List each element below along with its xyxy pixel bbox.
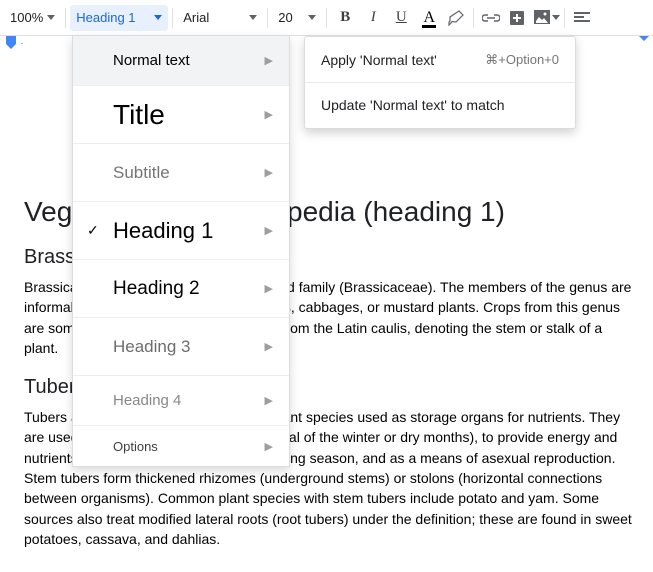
styles-menu-item-label: Normal text	[113, 52, 257, 69]
styles-menu-item-label: Heading 2	[113, 278, 257, 300]
styles-menu-item[interactable]: Title ▶	[73, 86, 289, 144]
highlight-color-button[interactable]	[443, 5, 469, 31]
styles-submenu: Apply 'Normal text' ⌘+Option+0 Update 'N…	[304, 36, 576, 129]
indent-marker-left[interactable]	[6, 36, 16, 49]
styles-menu-item[interactable]: Heading 2 ▶	[73, 260, 289, 318]
bold-button[interactable]: B	[331, 5, 359, 31]
link-icon	[482, 13, 500, 23]
styles-menu-item[interactable]: Normal text ▶	[73, 36, 289, 86]
check-icon: ✓	[87, 222, 99, 239]
styles-menu-item-label: Heading 3	[113, 337, 257, 357]
chevron-down-icon	[249, 15, 257, 20]
separator	[326, 8, 327, 28]
apply-style-item[interactable]: Apply 'Normal text' ⌘+Option+0	[305, 43, 575, 77]
chevron-down-icon	[154, 15, 162, 20]
add-comment-button[interactable]	[504, 5, 530, 31]
styles-menu-item[interactable]: Subtitle ▶	[73, 144, 289, 202]
styles-menu-options[interactable]: Options ▶	[73, 426, 289, 466]
font-dropdown[interactable]: Arial	[177, 5, 263, 31]
comment-plus-icon	[509, 10, 525, 26]
separator	[473, 8, 474, 28]
chevron-right-icon: ▶	[265, 440, 273, 453]
update-style-item[interactable]: Update 'Normal text' to match	[305, 88, 575, 122]
align-icon	[574, 12, 590, 24]
zoom-value: 100%	[10, 10, 43, 25]
styles-menu: Normal text▶Title▶Subtitle▶✓Heading 1▶He…	[72, 36, 290, 467]
styles-menu-item[interactable]: ✓ Heading 1 ▶	[73, 202, 289, 260]
apply-style-shortcut: ⌘+Option+0	[485, 52, 559, 68]
chevron-right-icon: ▶	[265, 166, 273, 179]
separator	[564, 8, 565, 28]
font-size-value: 20	[278, 10, 292, 25]
styles-menu-item-label: Heading 1	[113, 218, 257, 244]
styles-menu-item-label: Title	[113, 99, 257, 131]
text-color-button[interactable]: A	[415, 5, 443, 31]
separator	[305, 82, 575, 83]
styles-dropdown[interactable]: Heading 1	[70, 5, 168, 31]
styles-value: Heading 1	[76, 10, 135, 25]
italic-button[interactable]: I	[359, 5, 387, 31]
chevron-down-icon	[47, 15, 55, 20]
separator	[172, 8, 173, 28]
chevron-right-icon: ▶	[265, 340, 273, 353]
insert-image-button[interactable]	[530, 5, 560, 31]
apply-style-label: Apply 'Normal text'	[321, 52, 437, 68]
chevron-right-icon: ▶	[265, 394, 273, 407]
insert-link-button[interactable]	[478, 5, 504, 31]
styles-menu-item[interactable]: Heading 3 ▶	[73, 318, 289, 376]
font-value: Arial	[183, 10, 209, 25]
indent-marker-right[interactable]	[639, 36, 649, 41]
separator	[267, 8, 268, 28]
styles-menu-item[interactable]: Heading 4 ▶	[73, 376, 289, 426]
chevron-down-icon	[552, 15, 560, 20]
highlighter-icon	[448, 10, 464, 26]
update-style-label: Update 'Normal text' to match	[321, 97, 505, 113]
chevron-down-icon	[308, 15, 316, 20]
align-button[interactable]	[569, 5, 595, 31]
font-size-dropdown[interactable]: 20	[272, 5, 322, 31]
zoom-dropdown[interactable]: 100%	[4, 5, 61, 31]
chevron-right-icon: ▶	[265, 54, 273, 67]
chevron-right-icon: ▶	[265, 282, 273, 295]
styles-menu-options-label: Options	[113, 439, 257, 454]
styles-menu-item-label: Subtitle	[113, 163, 257, 183]
image-icon	[534, 10, 550, 26]
separator	[65, 8, 66, 28]
chevron-right-icon: ▶	[265, 108, 273, 121]
underline-button[interactable]: U	[387, 5, 415, 31]
chevron-right-icon: ▶	[265, 224, 273, 237]
styles-menu-item-label: Heading 4	[113, 392, 257, 409]
toolbar: 100% Heading 1 Arial 20 B I U A	[0, 0, 653, 36]
